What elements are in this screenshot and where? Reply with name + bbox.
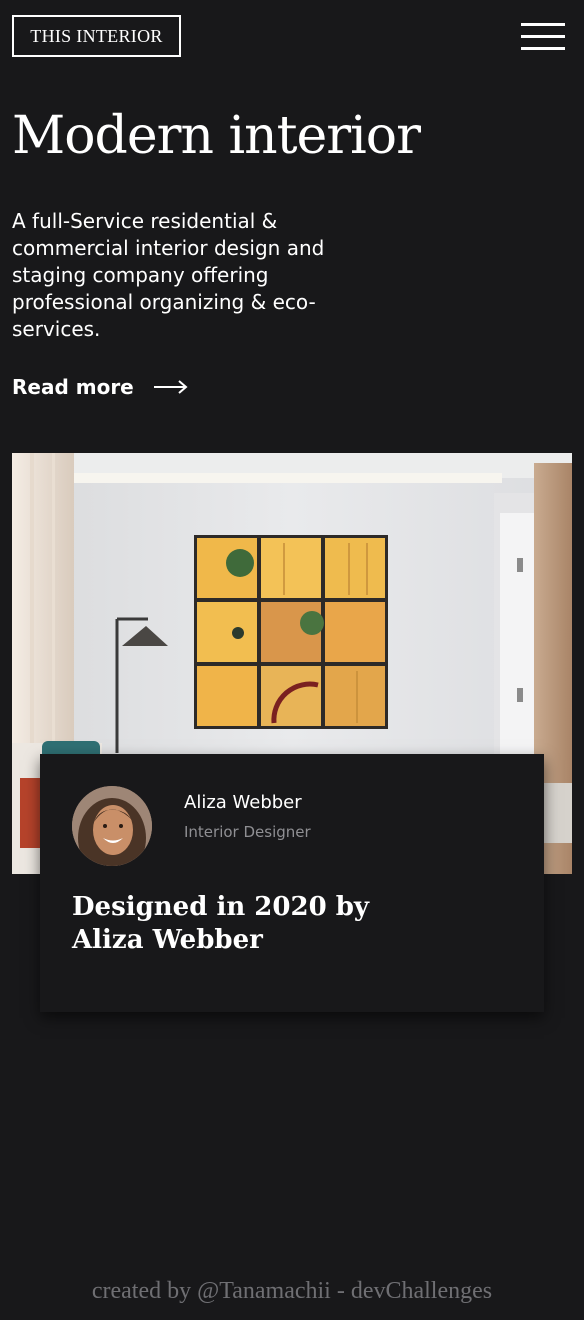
- author-role: Interior Designer: [184, 823, 311, 841]
- menu-line: [521, 35, 565, 38]
- menu-line: [521, 47, 565, 50]
- read-more-label: Read more: [12, 375, 134, 399]
- avatar-photo: [72, 786, 152, 866]
- read-more-link[interactable]: Read more: [12, 372, 188, 402]
- hero-description: A full-Service residential & commercial …: [12, 209, 325, 341]
- designer-card: Aliza Webber Interior Designer Designed …: [40, 754, 544, 1012]
- arrow-right-icon: [153, 380, 188, 394]
- avatar: [72, 786, 152, 866]
- author-name: Aliza Webber: [184, 792, 302, 813]
- menu-line: [521, 23, 565, 26]
- hero-title: Modern interior: [12, 106, 421, 166]
- hamburger-menu-icon[interactable]: [521, 20, 565, 52]
- card-title: Designed in 2020 by Aliza Webber: [72, 892, 369, 955]
- footer-credit: created by @Tanamachii - devChallenges: [91, 1278, 493, 1304]
- logo[interactable]: THIS INTERIOR: [12, 15, 181, 57]
